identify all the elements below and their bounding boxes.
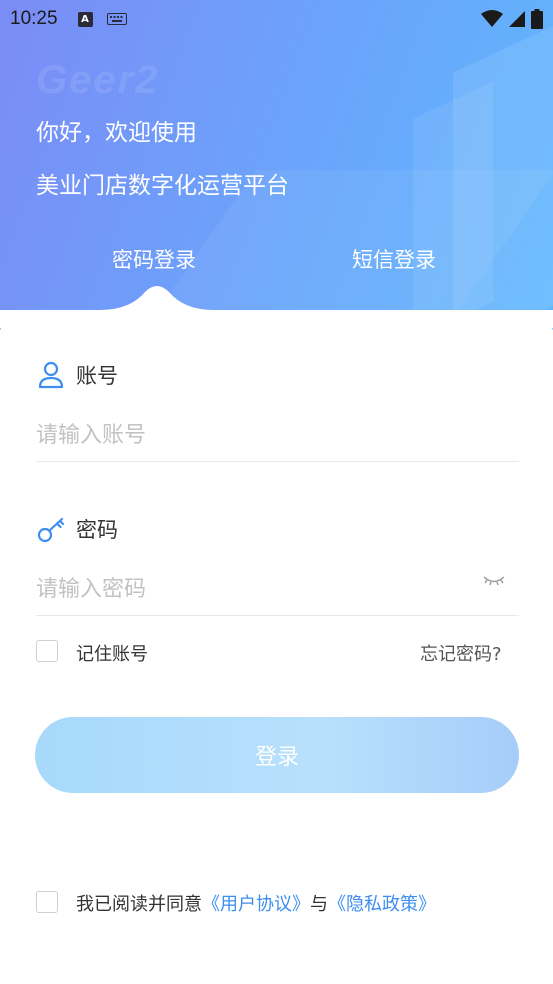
user-icon bbox=[38, 361, 64, 389]
forgot-password-link[interactable]: 忘记密码? bbox=[420, 640, 502, 666]
agreement-prefix: 我已阅读并同意 bbox=[76, 894, 202, 915]
password-label-row: 密码 bbox=[36, 514, 118, 544]
wifi-icon bbox=[481, 10, 503, 27]
account-input[interactable] bbox=[36, 410, 519, 462]
remember-checkbox[interactable] bbox=[36, 640, 58, 662]
brand-watermark: Geer2 bbox=[36, 58, 160, 102]
account-label-row: 账号 bbox=[36, 360, 118, 390]
cell-signal-icon bbox=[509, 11, 525, 27]
status-right-icons bbox=[481, 9, 543, 29]
greeting-text: 你好，欢迎使用 bbox=[36, 120, 197, 146]
tab-password-login[interactable]: 密码登录 bbox=[112, 244, 196, 274]
privacy-policy-link[interactable]: 《隐私政策》 bbox=[328, 890, 436, 916]
tab-sms-login[interactable]: 短信登录 bbox=[352, 244, 436, 274]
input-method-icon: A bbox=[77, 11, 93, 27]
password-label: 密码 bbox=[76, 518, 118, 542]
status-time: 10:25 bbox=[10, 8, 58, 29]
agreement-checkbox[interactable] bbox=[36, 891, 58, 913]
keyboard-icon bbox=[106, 10, 127, 29]
user-agreement-link[interactable]: 《用户协议》 bbox=[202, 890, 310, 916]
password-input[interactable] bbox=[36, 564, 476, 616]
status-bar: 10:25 A bbox=[0, 0, 553, 38]
eye-closed-icon[interactable] bbox=[483, 574, 505, 588]
key-icon bbox=[37, 517, 65, 543]
agreement-conjunction: 与 bbox=[310, 894, 328, 915]
login-button[interactable]: 登录 bbox=[35, 717, 519, 793]
battery-icon bbox=[531, 9, 543, 29]
platform-title: 美业门店数字化运营平台 bbox=[36, 173, 289, 199]
agreement-text: 我已阅读并同意 《用户协议》 与 《隐私政策》 bbox=[76, 890, 436, 916]
remember-label: 记住账号 bbox=[76, 644, 148, 665]
account-label: 账号 bbox=[76, 364, 118, 388]
